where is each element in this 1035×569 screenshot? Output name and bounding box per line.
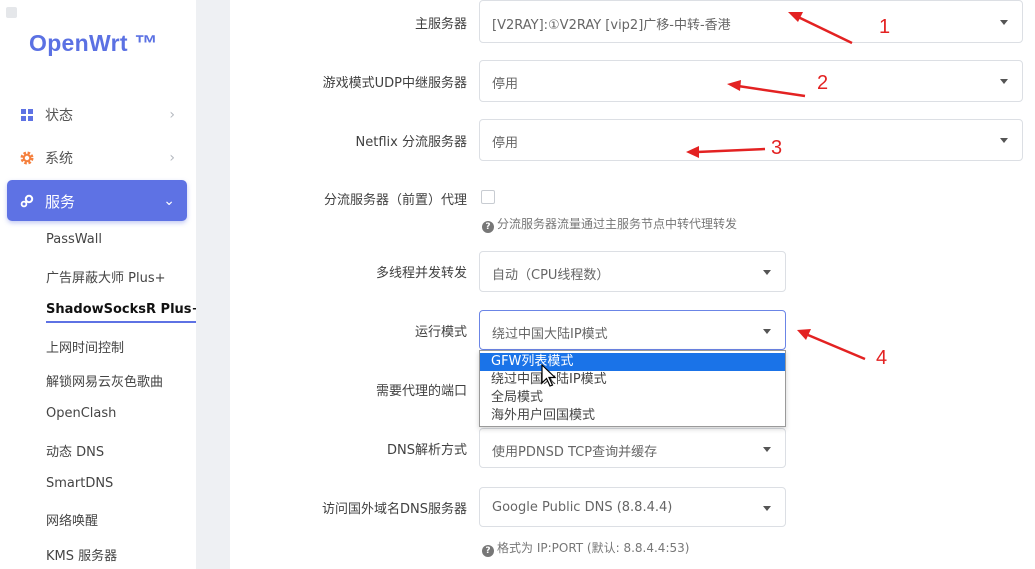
nav-item-label: 服务 [45, 193, 76, 211]
chevron-down-icon: ⌄ [163, 193, 175, 209]
chevron-down-icon [1000, 79, 1008, 84]
main-server-label: 主服务器 [414, 17, 467, 32]
dns-mode-label: DNS解析方式 [387, 443, 467, 458]
window-menu-icon[interactable] [6, 7, 17, 18]
chevron-right-icon: › [169, 107, 175, 123]
proxy-ports-label: 需要代理的端口 [375, 384, 467, 399]
sub-item-smartdns[interactable]: SmartDNS [46, 476, 113, 491]
sub-item-ddns[interactable]: 动态 DNS [46, 441, 104, 460]
nav-item-system[interactable]: 系统 › [7, 137, 187, 178]
run-mode-option[interactable]: 绕过中国大陆IP模式 [480, 371, 785, 389]
run-mode-select[interactable]: 绕过中国大陆IP模式 [479, 310, 786, 350]
run-mode-option[interactable]: 海外用户回国模式 [480, 407, 785, 425]
nav-item-status[interactable]: 状态 › [7, 94, 187, 135]
annotation-number: 2 [817, 72, 829, 94]
sub-item-unblock-netease[interactable]: 解锁网易云灰色歌曲 [46, 371, 163, 390]
threads-select[interactable]: 自动（CPU线程数） [479, 251, 786, 292]
main-server-select[interactable]: [V2RAY]:①V2RAY [vip2]广移-中转-香港 [479, 0, 1023, 43]
content-gutter [196, 0, 230, 569]
settings-form: 主服务器 [V2RAY]:①V2RAY [vip2]广移-中转-香港 游戏模式U… [230, 0, 1035, 569]
sub-item-openclash[interactable]: OpenClash [46, 406, 116, 421]
netflix-server-value: 停用 [492, 136, 519, 151]
nav-item-label: 系统 [45, 151, 73, 167]
annotation-number: 4 [876, 347, 888, 369]
shunt-proxy-hint: ? 分流服务器流量通过主服务节点中转代理转发 [482, 215, 737, 233]
dns-mode-value: 使用PDNSD TCP查询并缓存 [492, 445, 658, 460]
dns-mode-select[interactable]: 使用PDNSD TCP查询并缓存 [479, 428, 786, 468]
run-mode-option[interactable]: GFW列表模式 [480, 353, 785, 371]
netflix-server-select[interactable]: 停用 [479, 119, 1023, 161]
gear-icon [20, 151, 34, 165]
services-icon [20, 194, 34, 208]
udp-server-label: 游戏模式UDP中继服务器 [322, 76, 467, 91]
sub-item-wake-on-lan[interactable]: 网络唤醒 [46, 510, 98, 529]
chevron-down-icon [1000, 20, 1008, 25]
threads-label: 多线程并发转发 [375, 266, 467, 281]
foreign-dns-hint: ? 格式为 IP:PORT (默认: 8.8.4.4:53) [482, 539, 689, 557]
nav-item-services[interactable]: 服务 ⌄ [7, 180, 187, 221]
run-mode-value: 绕过中国大陆IP模式 [492, 327, 608, 342]
shunt-proxy-hint-text: 分流服务器流量通过主服务节点中转代理转发 [497, 217, 738, 231]
shunt-proxy-checkbox[interactable] [481, 190, 495, 204]
chevron-down-icon [1000, 138, 1008, 143]
run-mode-label: 运行模式 [414, 325, 467, 340]
udp-server-select[interactable]: 停用 [479, 60, 1023, 102]
sub-item-shadowsocksr-plus[interactable]: ShadowSocksR Plus+ [46, 302, 203, 323]
run-mode-dropdown: GFW列表模式 绕过中国大陆IP模式 全局模式 海外用户回国模式 [479, 350, 786, 427]
chevron-down-icon [763, 270, 771, 275]
foreign-dns-label: 访问国外域名DNS服务器 [322, 502, 467, 517]
annotation-number: 1 [879, 16, 891, 38]
sub-item-adblock-plus[interactable]: 广告屏蔽大师 Plus+ [46, 267, 166, 286]
sub-item-kms-server[interactable]: KMS 服务器 [46, 545, 117, 564]
run-mode-option[interactable]: 全局模式 [480, 389, 785, 407]
openwrt-logo[interactable]: OpenWrt ™ [29, 30, 158, 57]
udp-server-value: 停用 [492, 77, 519, 92]
chevron-down-icon [763, 447, 771, 452]
help-icon: ? [482, 221, 494, 233]
chevron-down-icon [763, 329, 771, 334]
sub-item-access-control[interactable]: 上网时间控制 [46, 337, 124, 356]
nav-item-label: 状态 [45, 108, 73, 124]
chevron-down-icon [763, 506, 771, 511]
foreign-dns-hint-text: 格式为 IP:PORT (默认: 8.8.4.4:53) [497, 541, 690, 555]
netflix-server-label: Netflix 分流服务器 [355, 135, 467, 150]
sub-item-passwall[interactable]: PassWall [46, 232, 102, 247]
shunt-proxy-label: 分流服务器（前置）代理 [323, 193, 467, 208]
main-server-value: [V2RAY]:①V2RAY [vip2]广移-中转-香港 [492, 18, 731, 33]
foreign-dns-value: Google Public DNS (8.8.4.4) [492, 500, 673, 515]
sidebar: OpenWrt ™ 状态 › 系统 › 服务 ⌄ PassWall 广告屏蔽大师… [0, 0, 203, 569]
dashboard-icon [21, 109, 33, 121]
annotation-number: 3 [771, 137, 783, 159]
help-icon: ? [482, 545, 494, 557]
threads-value: 自动（CPU线程数） [492, 268, 610, 283]
mouse-cursor-icon [541, 364, 557, 387]
chevron-right-icon: › [169, 150, 175, 166]
foreign-dns-select[interactable]: Google Public DNS (8.8.4.4) [479, 487, 786, 527]
